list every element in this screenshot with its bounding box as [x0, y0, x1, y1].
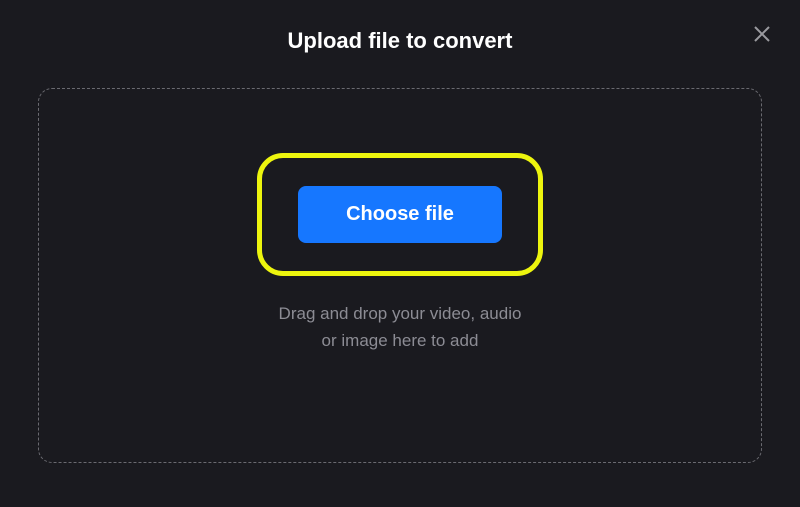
dropzone-hint-line1: Drag and drop your video, audio [279, 300, 522, 327]
close-icon [753, 25, 771, 43]
highlight-ring: Choose file [257, 153, 543, 276]
dropzone-hint: Drag and drop your video, audio or image… [279, 300, 522, 354]
choose-file-button[interactable]: Choose file [298, 186, 502, 243]
dropzone-hint-line2: or image here to add [279, 327, 522, 354]
modal-header: Upload file to convert [0, 0, 800, 54]
file-dropzone[interactable]: Choose file Drag and drop your video, au… [38, 88, 762, 463]
close-button[interactable] [750, 22, 774, 46]
modal-title: Upload file to convert [0, 28, 800, 54]
